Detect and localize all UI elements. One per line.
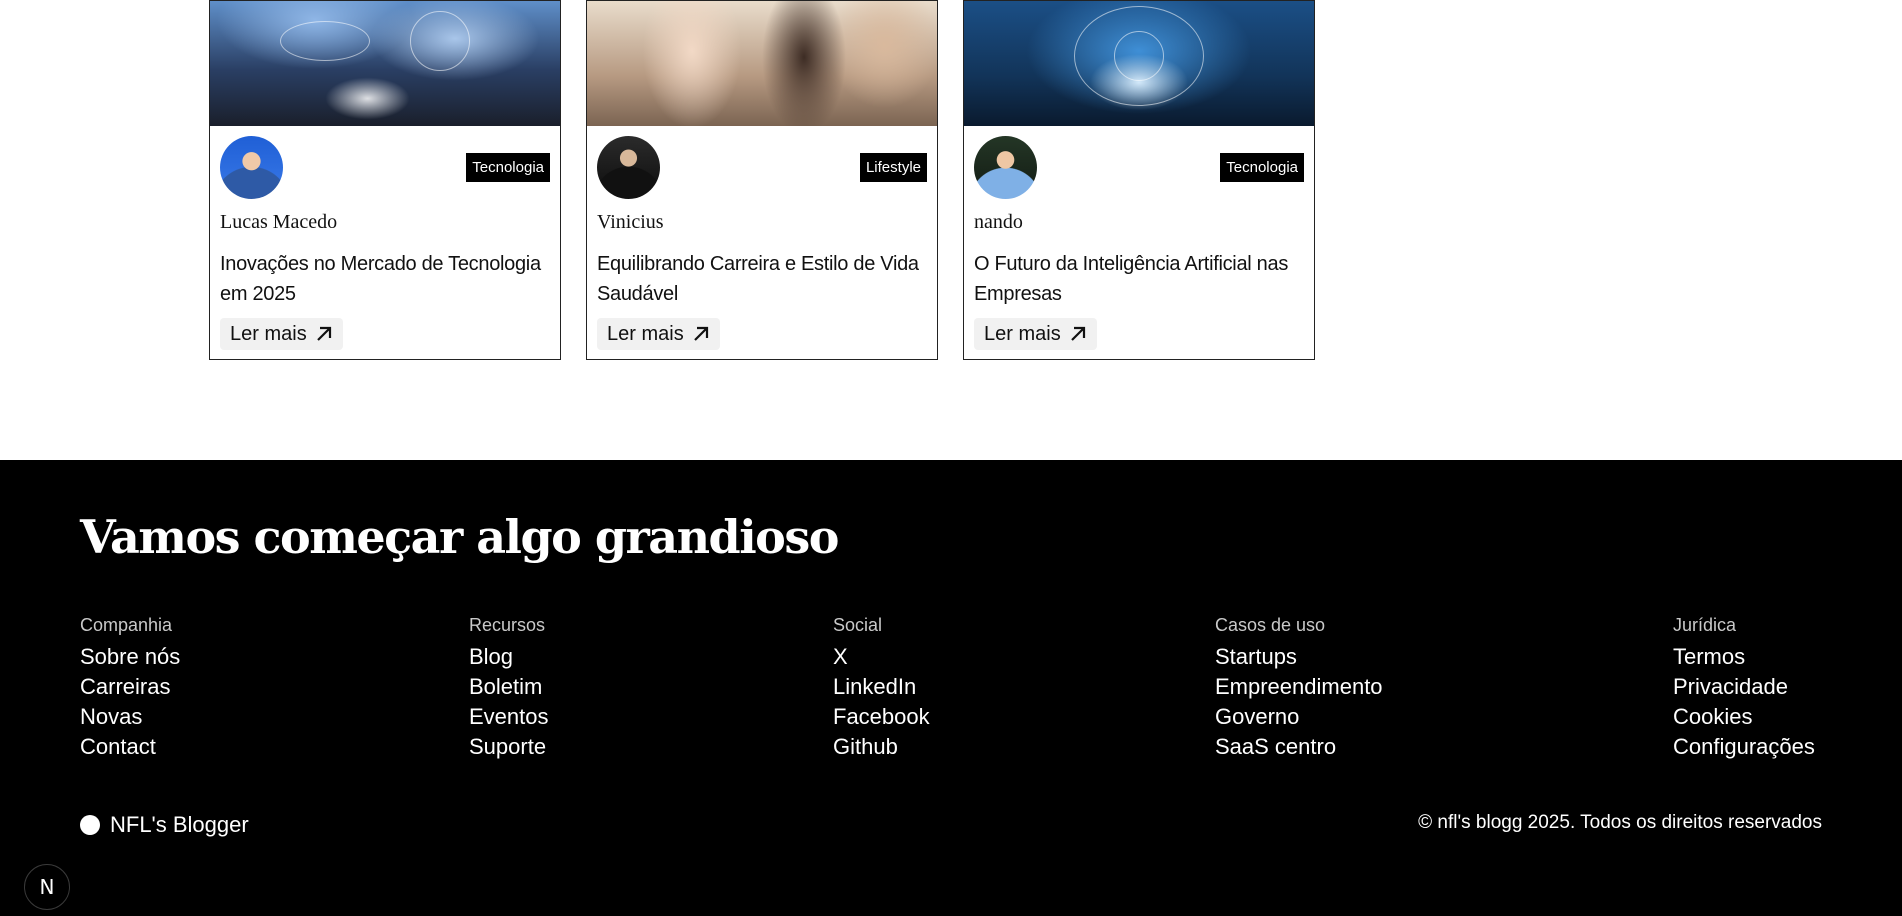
blog-card[interactable]: Tecnologia Lucas Macedo Inovações no Mer… <box>209 0 561 360</box>
footer-link-configuracoes[interactable]: Configurações <box>1673 732 1815 762</box>
footer-column-heading: Recursos <box>469 615 546 635</box>
footer-link-eventos[interactable]: Eventos <box>469 702 549 732</box>
footer-column-social: Social X LinkedIn Facebook Github <box>833 614 930 762</box>
category-badge: Tecnologia <box>1220 153 1304 182</box>
post-title[interactable]: Inovações no Mercado de Tecnologia em 20… <box>220 249 550 309</box>
footer-link-saas-centro[interactable]: SaaS centro <box>1215 732 1383 762</box>
author-avatar <box>597 136 660 199</box>
footer-link-github[interactable]: Github <box>833 732 930 762</box>
author-name: Vinicius <box>597 211 664 233</box>
read-more-label: Ler mais <box>984 322 1061 345</box>
footer-column-heading: Companhia <box>80 615 173 635</box>
footer-column-recursos: Recursos Blog Boletim Eventos Suporte <box>469 614 549 762</box>
brand-name: NFL's Blogger <box>110 812 249 837</box>
arrow-up-right-icon <box>1070 326 1085 341</box>
card-image[interactable] <box>210 1 560 126</box>
read-more-label: Ler mais <box>607 322 684 345</box>
read-more-button[interactable]: Ler mais <box>220 318 343 350</box>
footer-link-blog[interactable]: Blog <box>469 642 549 672</box>
footer-column-casos-de-uso: Casos de uso Startups Empreendimento Gov… <box>1215 614 1383 762</box>
author-name: nando <box>974 211 1023 233</box>
copyright-text: © nfl's blogg 2025. Todos os direitos re… <box>1418 812 1822 833</box>
brand-logo-icon <box>80 815 100 835</box>
post-title[interactable]: O Futuro da Inteligência Artificial nas … <box>974 249 1304 309</box>
category-badge: Tecnologia <box>466 153 550 182</box>
footer-column-juridica: Jurídica Termos Privacidade Cookies Conf… <box>1673 614 1815 762</box>
footer-link-termos[interactable]: Termos <box>1673 642 1815 672</box>
next-dev-badge-icon[interactable]: N <box>24 864 70 910</box>
card-image[interactable] <box>587 1 937 126</box>
footer-link-privacidade[interactable]: Privacidade <box>1673 672 1815 702</box>
footer-column-heading: Casos de uso <box>1215 615 1326 635</box>
blog-cards: Tecnologia Lucas Macedo Inovações no Mer… <box>209 0 1315 360</box>
blog-card[interactable]: Tecnologia nando O Futuro da Inteligênci… <box>963 0 1315 360</box>
footer-link-startups[interactable]: Startups <box>1215 642 1383 672</box>
author-name: Lucas Macedo <box>220 211 338 233</box>
read-more-label: Ler mais <box>230 322 307 345</box>
footer-column-heading: Social <box>833 615 883 635</box>
footer-link-suporte[interactable]: Suporte <box>469 732 549 762</box>
read-more-button[interactable]: Ler mais <box>597 318 720 350</box>
footer-link-governo[interactable]: Governo <box>1215 702 1383 732</box>
footer-link-facebook[interactable]: Facebook <box>833 702 930 732</box>
footer-link-sobre-nos[interactable]: Sobre nós <box>80 642 180 672</box>
footer-link-linkedin[interactable]: LinkedIn <box>833 672 930 702</box>
card-image[interactable] <box>964 1 1314 126</box>
arrow-up-right-icon <box>316 326 331 341</box>
author-avatar <box>974 136 1037 199</box>
footer-link-contact[interactable]: Contact <box>80 732 180 762</box>
post-title[interactable]: Equilibrando Carreira e Estilo de Vida S… <box>597 249 927 309</box>
footer-link-carreiras[interactable]: Carreiras <box>80 672 180 702</box>
badge-letter: N <box>39 875 55 899</box>
read-more-button[interactable]: Ler mais <box>974 318 1097 350</box>
footer-brand[interactable]: NFL's Blogger <box>80 812 249 838</box>
footer-link-novas[interactable]: Novas <box>80 702 180 732</box>
footer-headline: Vamos começar algo grandioso <box>80 510 839 564</box>
author-avatar <box>220 136 283 199</box>
category-badge: Lifestyle <box>859 153 927 182</box>
site-footer: Vamos começar algo grandioso Companhia S… <box>0 460 1902 916</box>
footer-link-cookies[interactable]: Cookies <box>1673 702 1815 732</box>
blog-card[interactable]: Lifestyle Vinicius Equilibrando Carreira… <box>586 0 938 360</box>
footer-link-x[interactable]: X <box>833 642 930 672</box>
footer-link-boletim[interactable]: Boletim <box>469 672 549 702</box>
footer-column-heading: Jurídica <box>1673 615 1737 635</box>
footer-link-empreendimento[interactable]: Empreendimento <box>1215 672 1383 702</box>
arrow-up-right-icon <box>693 326 708 341</box>
footer-column-companhia: Companhia Sobre nós Carreiras Novas Cont… <box>80 614 180 762</box>
